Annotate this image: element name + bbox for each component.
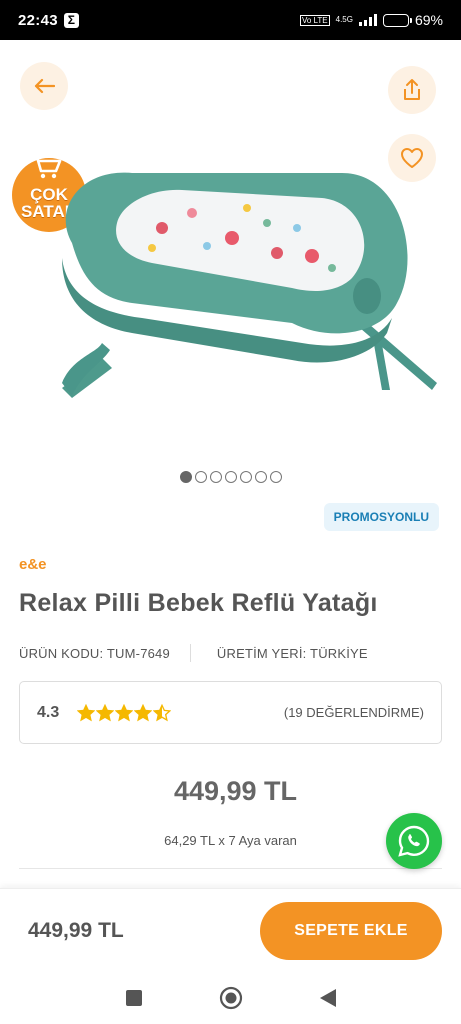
product-title: Relax Pilli Bebek Reflü Yatağı: [19, 589, 378, 617]
back-button[interactable]: [20, 62, 68, 110]
system-navigation-bar: [0, 972, 461, 1024]
rating-summary[interactable]: 4.3 (19 DEĞERLENDİRME): [19, 681, 442, 744]
product-image[interactable]: [42, 128, 442, 438]
battery-icon: [382, 13, 412, 27]
brand-name[interactable]: e&e: [19, 556, 47, 573]
volte-icon: Vo LTE: [299, 14, 330, 26]
add-to-cart-button[interactable]: SEPETE EKLE: [260, 901, 442, 960]
gallery-dot[interactable]: [254, 471, 267, 483]
share-button[interactable]: [388, 66, 436, 114]
gallery-dot[interactable]: [239, 471, 252, 483]
network-type: 4.5G: [335, 15, 353, 24]
product-price: 449,99 TL: [173, 776, 298, 806]
battery-percent: 69%: [414, 12, 443, 28]
product-meta: ÜRÜN KODU: TUM-7649 ÜRETİM YERİ: TÜRKİYE: [19, 644, 368, 662]
home-icon[interactable]: [219, 986, 243, 1010]
notification-sigma-icon: Σ: [63, 12, 79, 28]
product-gallery[interactable]: ÇOK SATAN: [0, 40, 461, 483]
arrow-left-icon: [34, 78, 55, 94]
meta-divider: [189, 644, 191, 662]
product-code: ÜRÜN KODU: TUM-7649: [19, 645, 170, 661]
rating-count[interactable]: (19 DEĞERLENDİRME): [284, 705, 424, 720]
rating-score: 4.3: [37, 703, 60, 721]
section-divider: [19, 868, 442, 869]
status-bar: 22:43 Σ Vo LTE 4.5G 69%: [0, 0, 461, 40]
back-nav-icon[interactable]: [319, 988, 337, 1008]
star-full-icon: [134, 703, 153, 721]
gallery-dot[interactable]: [209, 471, 222, 483]
star-half-icon: [153, 703, 172, 721]
signal-icon: [358, 14, 377, 26]
star-full-icon: [96, 703, 115, 721]
whatsapp-button[interactable]: [386, 813, 442, 869]
bottom-purchase-bar: 449,99 TL SEPETE EKLE: [0, 888, 461, 972]
product-origin: ÜRETİM YERİ: TÜRKİYE: [216, 645, 368, 661]
whatsapp-icon: [398, 825, 430, 857]
star-full-icon: [77, 703, 96, 721]
gallery-dot[interactable]: [194, 471, 207, 483]
star-full-icon: [115, 703, 134, 721]
gallery-dot[interactable]: [269, 471, 282, 483]
gallery-dot[interactable]: [224, 471, 237, 483]
status-right: Vo LTE 4.5G 69%: [299, 12, 443, 28]
gallery-dot[interactable]: [179, 471, 192, 483]
share-icon: [404, 79, 420, 100]
recents-icon[interactable]: [125, 989, 143, 1007]
promo-tag: PROMOSYONLU: [323, 503, 439, 531]
bottom-price: 449,99 TL: [28, 918, 124, 942]
status-time: 22:43: [18, 11, 58, 29]
gallery-pagination[interactable]: [0, 471, 461, 483]
rating-stars: [77, 703, 172, 722]
